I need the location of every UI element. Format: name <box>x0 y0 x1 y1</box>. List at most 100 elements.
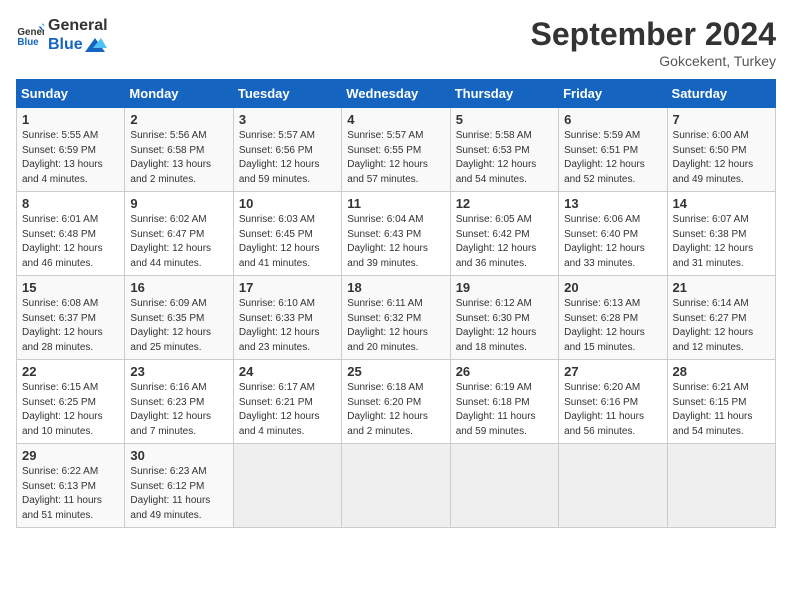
day-number: 4 <box>347 112 444 127</box>
calendar-cell: 12 Sunrise: 6:05 AM Sunset: 6:42 PM Dayli… <box>450 192 558 276</box>
weekday-header-tuesday: Tuesday <box>233 80 341 108</box>
day-number: 19 <box>456 280 553 295</box>
day-number: 27 <box>564 364 661 379</box>
logo-icon: General Blue <box>16 21 44 49</box>
day-info: Sunrise: 6:00 AM Sunset: 6:50 PM Dayligh… <box>673 129 770 187</box>
day-number: 12 <box>456 196 553 211</box>
logo-general: General <box>48 16 108 35</box>
calendar-cell: 25 Sunrise: 6:18 AM Sunset: 6:20 PM Dayli… <box>342 360 450 444</box>
day-number: 22 <box>22 364 119 379</box>
weekday-header-friday: Friday <box>559 80 667 108</box>
calendar-week-2: 8Sunrise: 6:01 AM Sunset: 6:48 PM Daylig… <box>17 192 776 276</box>
day-info: Sunrise: 6:17 AM Sunset: 6:21 PM Dayligh… <box>239 381 336 439</box>
title-block: September 2024 Gokcekent, Turkey <box>531 16 776 69</box>
day-number: 25 <box>347 364 444 379</box>
calendar-cell: 27 Sunrise: 6:20 AM Sunset: 6:16 PM Dayli… <box>559 360 667 444</box>
calendar-cell: 2 Sunrise: 5:56 AM Sunset: 6:58 PM Daylig… <box>125 108 233 192</box>
day-info: Sunrise: 6:16 AM Sunset: 6:23 PM Dayligh… <box>130 381 227 439</box>
day-info: Sunrise: 6:03 AM Sunset: 6:45 PM Dayligh… <box>239 213 336 271</box>
day-number: 20 <box>564 280 661 295</box>
day-number: 29 <box>22 448 119 463</box>
calendar-cell: 26Sunrise: 6:19 AM Sunset: 6:18 PM Dayli… <box>450 360 558 444</box>
day-info: Sunrise: 6:08 AM Sunset: 6:37 PM Dayligh… <box>22 297 119 355</box>
day-number: 24 <box>239 364 336 379</box>
day-info: Sunrise: 6:13 AM Sunset: 6:28 PM Dayligh… <box>564 297 661 355</box>
calendar-cell: 22 Sunrise: 6:15 AM Sunset: 6:25 PM Dayli… <box>17 360 125 444</box>
location: Gokcekent, Turkey <box>531 53 776 69</box>
day-info: Sunrise: 6:12 AM Sunset: 6:30 PM Dayligh… <box>456 297 553 355</box>
day-info: Sunrise: 6:01 AM Sunset: 6:48 PM Dayligh… <box>22 213 119 271</box>
calendar-cell: 28 Sunrise: 6:21 AM Sunset: 6:15 PM Dayli… <box>667 360 775 444</box>
day-info: Sunrise: 5:57 AM Sunset: 6:55 PM Dayligh… <box>347 129 444 187</box>
calendar-cell <box>233 444 341 528</box>
calendar-table: SundayMondayTuesdayWednesdayThursdayFrid… <box>16 79 776 528</box>
calendar-cell <box>342 444 450 528</box>
calendar-week-4: 22 Sunrise: 6:15 AM Sunset: 6:25 PM Dayli… <box>17 360 776 444</box>
day-info: Sunrise: 5:58 AM Sunset: 6:53 PM Dayligh… <box>456 129 553 187</box>
day-number: 14 <box>673 196 770 211</box>
calendar-cell: 30 Sunrise: 6:23 AM Sunset: 6:12 PM Dayli… <box>125 444 233 528</box>
day-info: Sunrise: 6:15 AM Sunset: 6:25 PM Dayligh… <box>22 381 119 439</box>
calendar-cell: 15 Sunrise: 6:08 AM Sunset: 6:37 PM Dayli… <box>17 276 125 360</box>
svg-text:Blue: Blue <box>17 37 39 48</box>
day-info: Sunrise: 6:20 AM Sunset: 6:16 PM Dayligh… <box>564 381 661 439</box>
day-number: 28 <box>673 364 770 379</box>
day-info: Sunrise: 5:56 AM Sunset: 6:58 PM Dayligh… <box>130 129 227 187</box>
calendar-cell: 3 Sunrise: 5:57 AM Sunset: 6:56 PM Daylig… <box>233 108 341 192</box>
calendar-cell: 13 Sunrise: 6:06 AM Sunset: 6:40 PM Dayli… <box>559 192 667 276</box>
day-number: 5 <box>456 112 553 127</box>
page-header: General Blue General Blue September 2024… <box>16 16 776 69</box>
calendar-week-3: 15 Sunrise: 6:08 AM Sunset: 6:37 PM Dayli… <box>17 276 776 360</box>
day-info: Sunrise: 6:11 AM Sunset: 6:32 PM Dayligh… <box>347 297 444 355</box>
day-info: Sunrise: 6:10 AM Sunset: 6:33 PM Dayligh… <box>239 297 336 355</box>
calendar-week-5: 29 Sunrise: 6:22 AM Sunset: 6:13 PM Dayli… <box>17 444 776 528</box>
weekday-header-sunday: Sunday <box>17 80 125 108</box>
calendar-cell: 7 Sunrise: 6:00 AM Sunset: 6:50 PM Daylig… <box>667 108 775 192</box>
weekday-header-saturday: Saturday <box>667 80 775 108</box>
calendar-cell: 4 Sunrise: 5:57 AM Sunset: 6:55 PM Daylig… <box>342 108 450 192</box>
day-number: 15 <box>22 280 119 295</box>
day-number: 26 <box>456 364 553 379</box>
day-info: Sunrise: 6:22 AM Sunset: 6:13 PM Dayligh… <box>22 465 119 523</box>
day-number: 13 <box>564 196 661 211</box>
day-number: 23 <box>130 364 227 379</box>
day-number: 18 <box>347 280 444 295</box>
day-info: Sunrise: 6:07 AM Sunset: 6:38 PM Dayligh… <box>673 213 770 271</box>
calendar-cell <box>450 444 558 528</box>
logo: General Blue General Blue <box>16 16 108 54</box>
day-info: Sunrise: 6:05 AM Sunset: 6:42 PM Dayligh… <box>456 213 553 271</box>
calendar-cell: 20 Sunrise: 6:13 AM Sunset: 6:28 PM Dayli… <box>559 276 667 360</box>
calendar-cell <box>559 444 667 528</box>
calendar-cell: 19 Sunrise: 6:12 AM Sunset: 6:30 PM Dayli… <box>450 276 558 360</box>
calendar-cell: 16Sunrise: 6:09 AM Sunset: 6:35 PM Dayli… <box>125 276 233 360</box>
calendar-cell <box>667 444 775 528</box>
weekday-header-wednesday: Wednesday <box>342 80 450 108</box>
calendar-cell: 29 Sunrise: 6:22 AM Sunset: 6:13 PM Dayli… <box>17 444 125 528</box>
calendar-cell: 9Sunrise: 6:02 AM Sunset: 6:47 PM Daylig… <box>125 192 233 276</box>
day-info: Sunrise: 6:02 AM Sunset: 6:47 PM Dayligh… <box>130 213 227 271</box>
day-info: Sunrise: 6:09 AM Sunset: 6:35 PM Dayligh… <box>130 297 227 355</box>
day-number: 30 <box>130 448 227 463</box>
day-info: Sunrise: 5:59 AM Sunset: 6:51 PM Dayligh… <box>564 129 661 187</box>
calendar-cell: 24 Sunrise: 6:17 AM Sunset: 6:21 PM Dayli… <box>233 360 341 444</box>
day-number: 10 <box>239 196 336 211</box>
day-number: 7 <box>673 112 770 127</box>
day-info: Sunrise: 6:21 AM Sunset: 6:15 PM Dayligh… <box>673 381 770 439</box>
day-number: 21 <box>673 280 770 295</box>
calendar-cell: 5 Sunrise: 5:58 AM Sunset: 6:53 PM Daylig… <box>450 108 558 192</box>
weekday-header-row: SundayMondayTuesdayWednesdayThursdayFrid… <box>17 80 776 108</box>
logo-blue: Blue <box>48 35 108 54</box>
calendar-week-1: 1Sunrise: 5:55 AM Sunset: 6:59 PM Daylig… <box>17 108 776 192</box>
day-info: Sunrise: 5:57 AM Sunset: 6:56 PM Dayligh… <box>239 129 336 187</box>
day-info: Sunrise: 6:18 AM Sunset: 6:20 PM Dayligh… <box>347 381 444 439</box>
month-title: September 2024 <box>531 16 776 53</box>
calendar-cell: 1Sunrise: 5:55 AM Sunset: 6:59 PM Daylig… <box>17 108 125 192</box>
day-number: 2 <box>130 112 227 127</box>
day-info: Sunrise: 6:23 AM Sunset: 6:12 PM Dayligh… <box>130 465 227 523</box>
day-info: Sunrise: 6:06 AM Sunset: 6:40 PM Dayligh… <box>564 213 661 271</box>
calendar-cell: 6Sunrise: 5:59 AM Sunset: 6:51 PM Daylig… <box>559 108 667 192</box>
day-number: 3 <box>239 112 336 127</box>
calendar-cell: 8Sunrise: 6:01 AM Sunset: 6:48 PM Daylig… <box>17 192 125 276</box>
day-number: 1 <box>22 112 119 127</box>
calendar-cell: 23 Sunrise: 6:16 AM Sunset: 6:23 PM Dayli… <box>125 360 233 444</box>
